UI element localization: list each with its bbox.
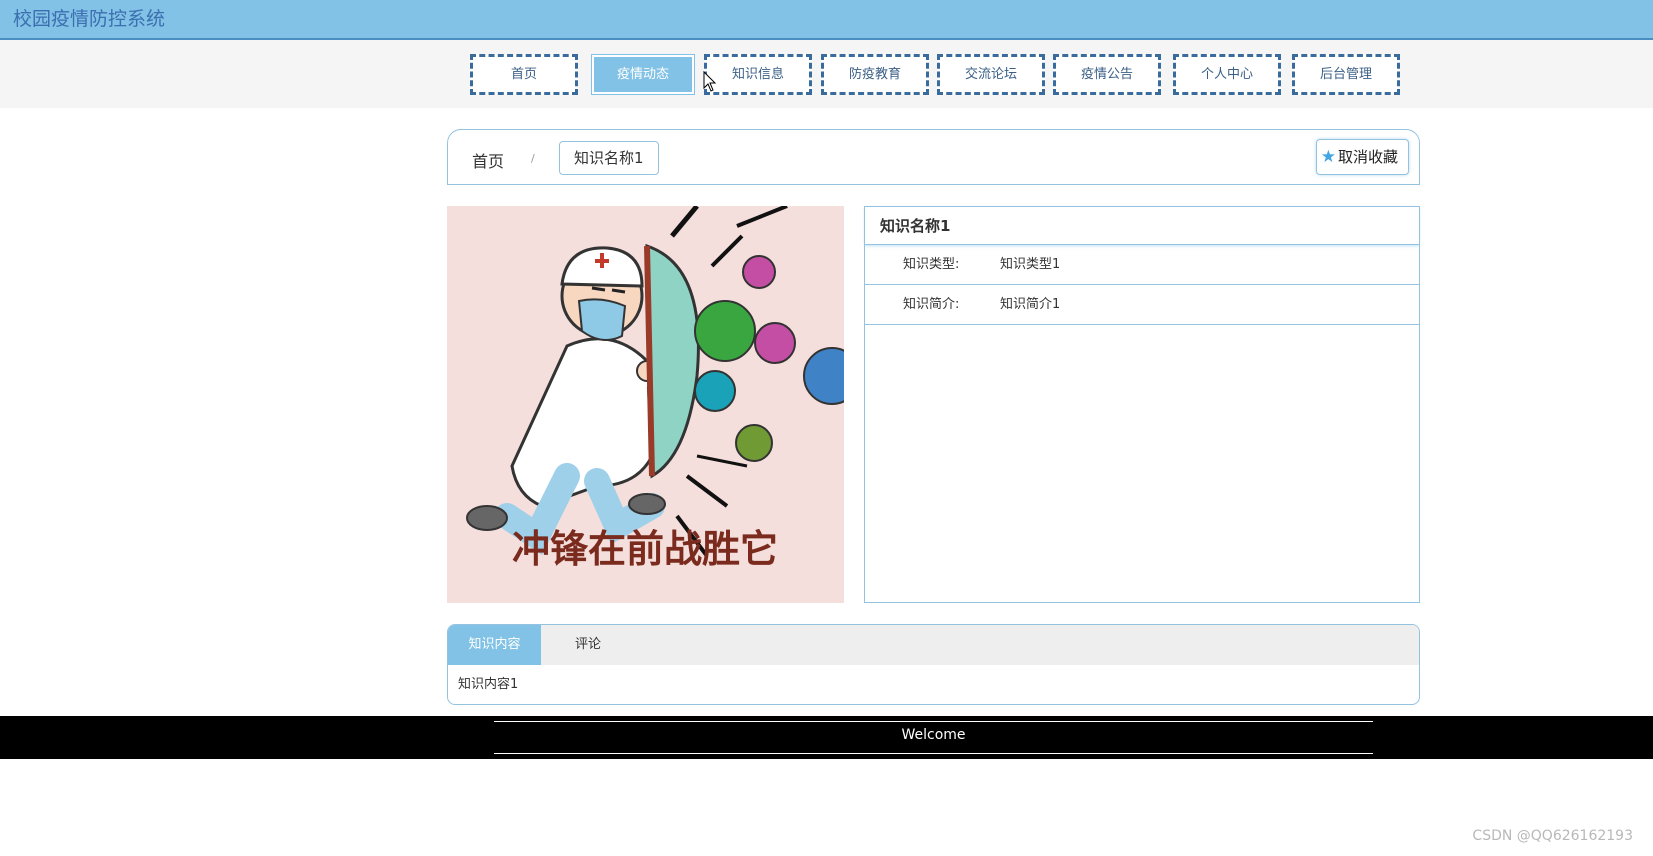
tab-panel-content: 知识内容1 (458, 677, 519, 692)
detail-label: 知识简介: (903, 297, 960, 312)
tab-knowledge-content[interactable]: 知识内容 (448, 625, 541, 665)
knowledge-detail-panel: 知识名称1 知识类型: 知识类型1 知识简介: 知识简介1 (864, 206, 1420, 603)
content-tabs: 知识内容 评论 知识内容1 (447, 624, 1420, 705)
knowledge-image: 冲锋在前战胜它 (447, 206, 844, 603)
footer: Welcome (0, 716, 1653, 759)
knowledge-title: 知识名称1 (865, 207, 1419, 245)
detail-label: 知识类型: (903, 257, 960, 272)
unfavorite-button[interactable]: ★ 取消收藏 (1315, 139, 1409, 175)
footer-divider-top (494, 721, 1373, 722)
top-header-bar: 校园疫情防控系统 (0, 0, 1653, 40)
watermark: CSDN @QQ626162193 (1472, 828, 1633, 844)
nav-item-knowledge-info[interactable]: 知识信息 (704, 54, 812, 95)
breadcrumb-current: 知识名称1 (559, 141, 659, 175)
nav-item-personal-center[interactable]: 个人中心 (1173, 54, 1281, 95)
nav-item-announcements[interactable]: 疫情公告 (1053, 54, 1161, 95)
nav-item-prevention-education[interactable]: 防疫教育 (821, 54, 929, 95)
doctor-fighting-virus-illustration: 冲锋在前战胜它 (447, 206, 844, 603)
detail-row-intro: 知识简介: 知识简介1 (865, 285, 1419, 325)
system-title: 校园疫情防控系统 (13, 8, 166, 30)
footer-divider-bottom (494, 753, 1373, 754)
unfavorite-button-label: 取消收藏 (1337, 148, 1398, 166)
detail-row-type: 知识类型: 知识类型1 (865, 245, 1419, 285)
nav-item-home[interactable]: 首页 (470, 54, 578, 95)
nav-item-forum[interactable]: 交流论坛 (937, 54, 1045, 95)
mouse-cursor-icon (703, 71, 717, 92)
breadcrumb: 首页 / 知识名称1 ★ 取消收藏 (447, 129, 1420, 185)
breadcrumb-home-link[interactable]: 首页 (472, 148, 504, 172)
footer-welcome-text: Welcome (901, 727, 966, 743)
tabs-header: 知识内容 评论 (448, 625, 1419, 665)
breadcrumb-separator: / (531, 152, 535, 165)
star-icon: ★ (1320, 147, 1336, 167)
poster-caption: 冲锋在前战胜它 (512, 527, 778, 571)
tab-comments[interactable]: 评论 (541, 625, 635, 665)
detail-value: 知识类型1 (1000, 257, 1061, 272)
nav-item-epidemic-news[interactable]: 疫情动态 (591, 54, 695, 95)
detail-value: 知识简介1 (1000, 297, 1061, 312)
main-nav: 首页 疫情动态 知识信息 防疫教育 交流论坛 疫情公告 个人中心 后台管理 (0, 40, 1653, 108)
nav-item-admin[interactable]: 后台管理 (1292, 54, 1400, 95)
